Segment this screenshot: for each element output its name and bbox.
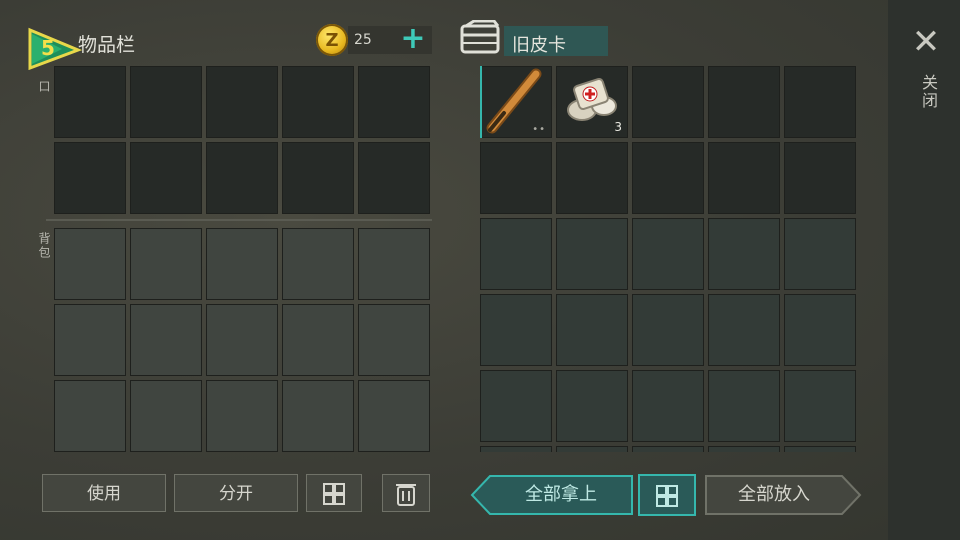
backpack-slot[interactable] (282, 304, 354, 376)
take-all-button[interactable]: 全部拿上 (470, 474, 634, 516)
backpack-slot[interactable] (54, 304, 126, 376)
backpack-slot[interactable] (130, 304, 202, 376)
chest-slot[interactable] (784, 218, 856, 290)
pocket-slot[interactable] (54, 66, 126, 138)
put-all-label: 全部放入 (738, 484, 810, 505)
backpack-slot[interactable] (54, 228, 126, 300)
chest-name: 旧皮卡 (512, 35, 566, 56)
pocket-slot[interactable] (130, 142, 202, 214)
sort-grid-icon (656, 485, 678, 507)
chest-slot[interactable] (632, 370, 704, 442)
coin-count: 25 (354, 32, 372, 48)
inventory-title: 物品栏 (78, 34, 136, 56)
chest-slot[interactable] (632, 294, 704, 366)
backpack-slot[interactable] (206, 304, 278, 376)
item-condition-dots: •• (532, 124, 546, 135)
chest-slot[interactable] (708, 370, 780, 442)
item-quantity: 3 (614, 120, 622, 134)
pocket-slot[interactable] (206, 66, 278, 138)
chest-slot[interactable] (632, 66, 704, 138)
chest-slot[interactable] (708, 142, 780, 214)
chest-slot[interactable] (556, 294, 628, 366)
chest-slot[interactable] (784, 142, 856, 214)
pocket-slot[interactable] (54, 142, 126, 214)
pocket-slot[interactable] (358, 66, 430, 138)
chest-slot[interactable] (632, 218, 704, 290)
chest-slot[interactable] (480, 142, 552, 214)
coin-icon: Z (316, 24, 348, 56)
chest-icon (460, 19, 500, 56)
backpack-slot[interactable] (54, 380, 126, 452)
chest-slot[interactable]: •• (480, 66, 552, 138)
sort-chest-button[interactable] (638, 474, 696, 516)
chest-slot[interactable] (556, 142, 628, 214)
chest-slot[interactable] (632, 446, 704, 452)
pocket-slot[interactable] (206, 142, 278, 214)
backpack-slot[interactable] (282, 380, 354, 452)
level-badge[interactable]: 5 (26, 26, 83, 71)
backpack-slot[interactable] (130, 228, 202, 300)
pocket-slot[interactable] (282, 142, 354, 214)
put-all-button[interactable]: 全部放入 (704, 474, 862, 516)
pocket-slot[interactable] (282, 66, 354, 138)
split-button[interactable]: 分开 (174, 474, 298, 512)
sort-grid-icon (323, 483, 345, 505)
close-label[interactable]: 关闭 (916, 74, 940, 110)
chest-slot[interactable] (708, 66, 780, 138)
chest-slot[interactable] (480, 370, 552, 442)
chest-slot[interactable] (784, 446, 856, 452)
level-number: 5 (41, 36, 55, 60)
backpack-grid (54, 228, 430, 452)
backpack-slot[interactable] (358, 380, 430, 452)
pocket-slot[interactable] (130, 66, 202, 138)
pocket-slot[interactable] (358, 142, 430, 214)
chest-slot[interactable] (480, 294, 552, 366)
use-button[interactable]: 使用 (42, 474, 166, 512)
chest-slot[interactable] (784, 66, 856, 138)
pocket-label: 口 (37, 80, 51, 94)
chest-slot[interactable]: 3 (556, 66, 628, 138)
backpack-slot[interactable] (206, 228, 278, 300)
chest-slot[interactable] (708, 294, 780, 366)
chest-slot[interactable] (556, 218, 628, 290)
backpack-slot[interactable] (358, 304, 430, 376)
chest-slot[interactable] (708, 218, 780, 290)
chest-slot[interactable] (708, 446, 780, 452)
trash-button[interactable] (382, 474, 430, 512)
chest-grid: •• 3 (480, 66, 856, 452)
chest-slot[interactable] (784, 294, 856, 366)
backpack-slot[interactable] (130, 380, 202, 452)
backpack-slot[interactable] (206, 380, 278, 452)
backpack-slot[interactable] (358, 228, 430, 300)
take-all-label: 全部拿上 (525, 484, 597, 505)
backpack-slot[interactable] (282, 228, 354, 300)
chest-slot[interactable] (556, 446, 628, 452)
trash-icon (396, 484, 416, 506)
sort-inventory-button[interactable] (306, 474, 362, 512)
backpack-label: 背包 (37, 232, 51, 260)
chest-slot[interactable] (632, 142, 704, 214)
close-icon[interactable]: ✕ (906, 22, 946, 62)
section-divider (46, 219, 432, 221)
chest-slot[interactable] (480, 446, 552, 452)
chest-slot[interactable] (784, 370, 856, 442)
add-coins-button[interactable]: + (398, 22, 428, 56)
chest-slot[interactable] (556, 370, 628, 442)
pocket-grid (54, 66, 430, 214)
chest-slot[interactable] (480, 218, 552, 290)
